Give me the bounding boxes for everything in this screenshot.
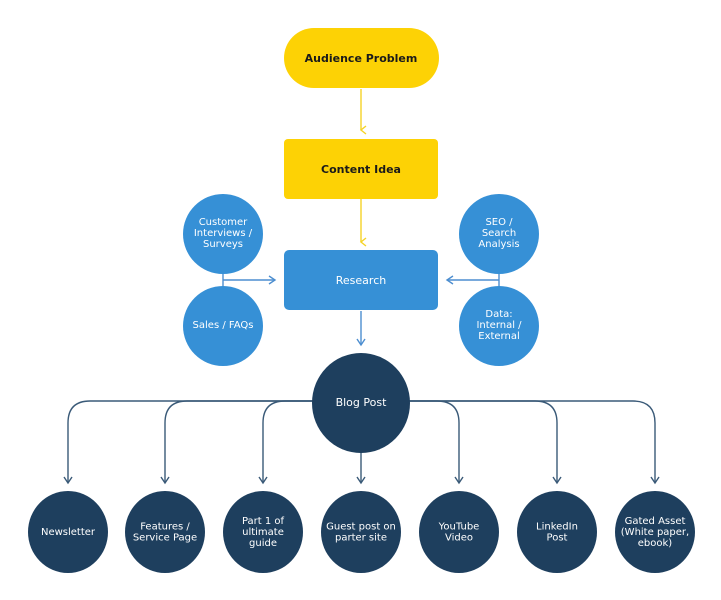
node-content-idea: Content Idea: [284, 139, 438, 199]
arrow-blog-to-output: [407, 400, 460, 482]
node-data-sources: Data: Internal / External: [459, 286, 539, 366]
node-customer-interviews: Customer Interviews / Surveys: [183, 194, 263, 274]
node-label-line: Research: [336, 274, 386, 287]
node-label-line: Customer: [199, 217, 248, 228]
node-label: Content Idea: [321, 163, 401, 176]
node-label: Audience Problem: [305, 52, 418, 65]
arrow-blog-to-output: [407, 400, 656, 482]
arrow-blog-to-output: [407, 400, 558, 482]
output-node: Features / Service Page: [125, 491, 205, 573]
node-label-line: Part 1 of: [242, 516, 285, 527]
output-label: Features / Service Page: [133, 522, 197, 544]
node-label-line: LinkedIn: [536, 522, 578, 533]
arrow-blog-to-output: [67, 400, 315, 482]
node-label-line: YouTube: [438, 522, 480, 533]
output-node: Newsletter: [28, 491, 108, 573]
node-label-line: Video: [445, 533, 473, 544]
node-label-line: SEO /: [485, 217, 513, 228]
output-node: Part 1 of ultimate guide: [223, 491, 303, 573]
node-label: Sales / FAQs: [193, 320, 254, 331]
arrow-blog-to-output: [262, 400, 315, 482]
node-label-line: Content Idea: [321, 163, 401, 176]
node-label-line: Data:: [485, 309, 512, 320]
node-label-line: Blog Post: [336, 396, 388, 409]
node-label-line: ultimate: [242, 527, 284, 538]
node-label-line: Interviews /: [194, 228, 253, 239]
node-label-line: guide: [249, 538, 277, 549]
node-label-line: (White paper,: [621, 527, 689, 538]
node-label: Blog Post: [336, 396, 388, 409]
node-label-line: Internal /: [476, 320, 522, 331]
output-label: Newsletter: [41, 527, 96, 538]
node-label-line: Guest post on: [326, 522, 396, 533]
node-label: Research: [336, 274, 386, 287]
node-label-line: Sales / FAQs: [193, 320, 254, 331]
node-label-line: Search: [482, 228, 516, 239]
node-label-line: Audience Problem: [305, 52, 418, 65]
output-node: YouTube Video: [419, 491, 499, 573]
node-label-line: ebook): [638, 538, 673, 549]
node-label-line: Features /: [140, 522, 190, 533]
node-label-line: Post: [547, 533, 568, 544]
node-label-line: Analysis: [478, 239, 519, 250]
node-label-line: Surveys: [203, 239, 243, 250]
node-seo-analysis: SEO / Search Analysis: [459, 194, 539, 274]
node-label-line: Service Page: [133, 533, 197, 544]
node-label-line: Gated Asset: [625, 516, 686, 527]
node-blog-post: Blog Post: [312, 353, 410, 453]
node-label-line: parter site: [335, 533, 387, 544]
node-label-line: External: [478, 331, 520, 342]
node-research: Research: [284, 250, 438, 310]
content-flow-diagram: Audience Problem Content Idea Research C…: [28, 28, 695, 573]
output-node: Guest post on parter site: [321, 491, 401, 573]
node-label-line: Newsletter: [41, 527, 96, 538]
node-sales-faqs: Sales / FAQs: [183, 286, 263, 366]
node-audience-problem: Audience Problem: [284, 28, 439, 88]
arrow-blog-to-output: [164, 400, 315, 482]
output-node: Gated Asset (White paper, ebook): [615, 491, 695, 573]
output-node: LinkedIn Post: [517, 491, 597, 573]
output-label: Guest post on parter site: [326, 522, 396, 544]
